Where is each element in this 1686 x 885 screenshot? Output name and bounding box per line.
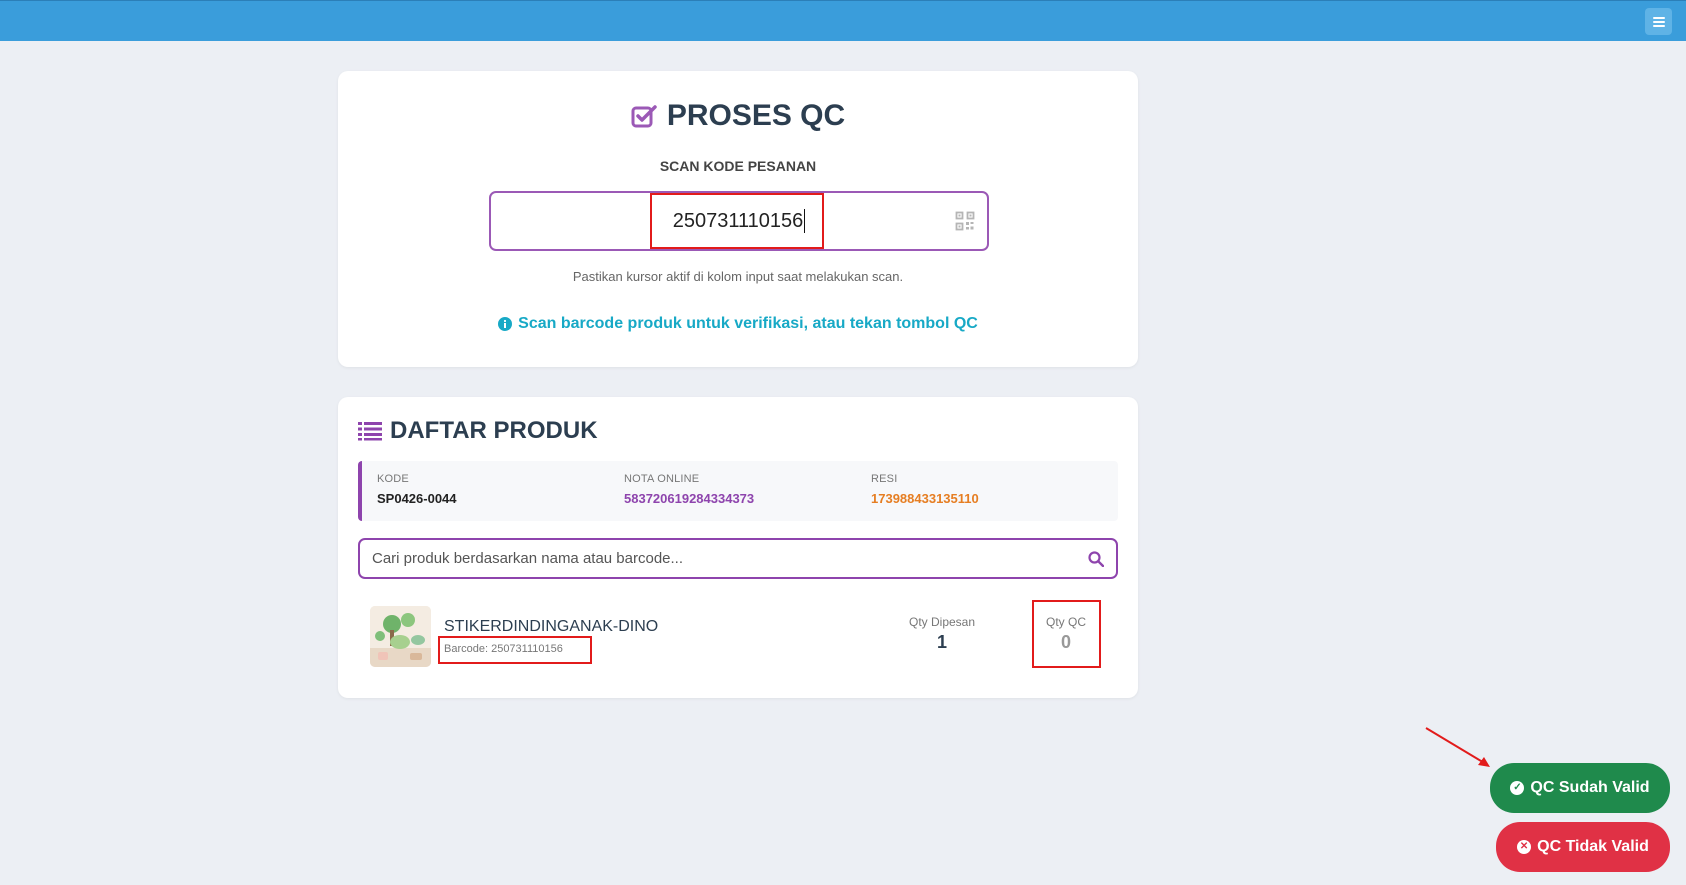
qc-invalid-label: QC Tidak Valid — [1537, 838, 1649, 855]
menu-icon — [1652, 20, 1665, 23]
qty-ordered-label: Qty Dipesan — [908, 615, 976, 629]
qrcode-icon — [955, 211, 975, 231]
product-list-title: DAFTAR PRODUK — [358, 417, 598, 445]
product-list-title-text: DAFTAR PRODUK — [390, 417, 598, 444]
menu-icon — [1652, 16, 1665, 19]
meta-nota-label: NOTA ONLINE — [624, 473, 700, 485]
times-circle-icon: ✕ — [1517, 840, 1532, 854]
product-thumbnail — [370, 606, 431, 667]
product-name: STIKERDINDINGANAK-DINO — [444, 618, 659, 635]
meta-nota-value: 583720619284334373 — [624, 491, 755, 506]
check-square-icon — [631, 105, 657, 128]
scan-label: SCAN KODE PESANAN — [659, 158, 817, 174]
highlight-box-barcode — [438, 636, 592, 664]
info-message: Scan barcode produk untuk verifikasi, at… — [338, 315, 1138, 333]
info-circle-icon — [498, 317, 513, 331]
meta-kode-label: KODE — [377, 473, 409, 485]
product-image — [370, 606, 431, 667]
annotation-arrow — [1425, 727, 1490, 767]
meta-kode: KODE SP0426-0044 — [377, 473, 457, 506]
qc-valid-label: QC Sudah Valid — [1530, 779, 1650, 796]
list-icon — [358, 422, 382, 441]
scan-hint: Pastikan kursor aktif di kolom input saa… — [572, 269, 904, 284]
meta-nota: NOTA ONLINE 583720619284334373 — [624, 473, 754, 506]
qc-invalid-button[interactable]: ✕ QC Tidak Valid — [1496, 822, 1670, 872]
product-list-card: DAFTAR PRODUK KODE SP0426-0044 NOTA ONLI… — [338, 397, 1138, 698]
qty-ordered: Qty Dipesan 1 — [902, 615, 982, 653]
meta-resi: RESI 173988433135110 — [871, 473, 979, 506]
meta-resi-label: RESI — [871, 473, 898, 485]
qc-title: PROSES QC — [338, 99, 1138, 133]
product-search-input[interactable] — [372, 550, 1088, 567]
meta-kode-value: SP0426-0044 — [377, 491, 457, 506]
qc-valid-button[interactable]: ✓ QC Sudah Valid — [1490, 763, 1670, 813]
meta-resi-value: 173988433135110 — [871, 491, 979, 506]
qty-ordered-value: 1 — [936, 632, 947, 652]
highlight-box-scan — [650, 193, 824, 249]
order-meta-box: KODE SP0426-0044 NOTA ONLINE 58372061928… — [358, 461, 1118, 521]
menu-button[interactable] — [1645, 8, 1672, 35]
qc-title-text: PROSES QC — [666, 99, 846, 132]
product-search-box — [358, 538, 1118, 579]
search-icon[interactable] — [1088, 550, 1104, 567]
top-navbar — [0, 0, 1686, 41]
qc-process-card: PROSES QC SCAN KODE PESANAN 250731110156 — [338, 71, 1138, 367]
menu-icon — [1652, 24, 1665, 27]
check-circle-icon: ✓ — [1510, 781, 1525, 795]
highlight-box-qty-qc — [1032, 600, 1101, 668]
info-message-text: Scan barcode produk untuk verifikasi, at… — [518, 315, 978, 332]
